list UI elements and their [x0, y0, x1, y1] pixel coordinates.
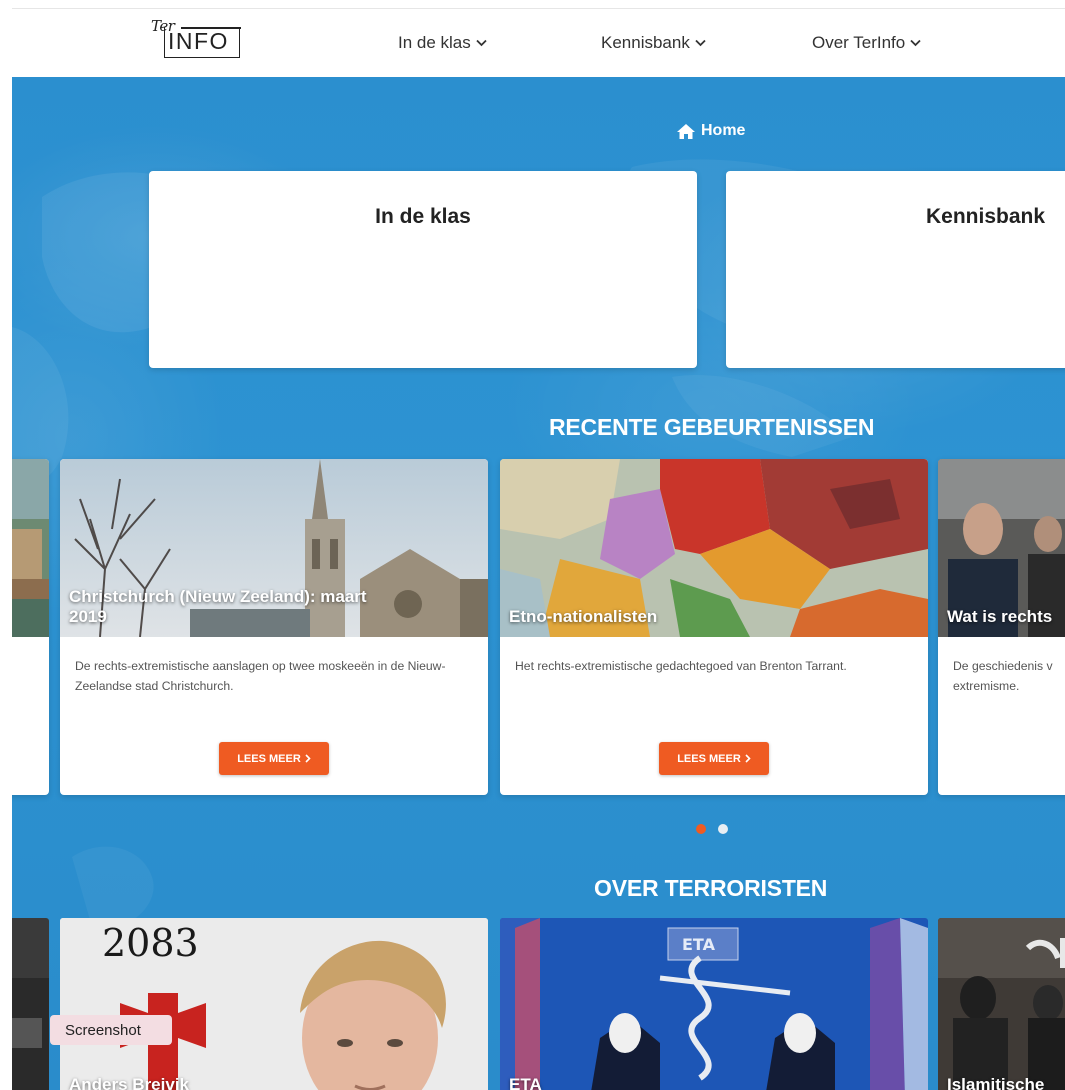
- card-image-christchurch: Christchurch (Nieuw Zeeland): maart 2019: [60, 459, 488, 637]
- carousel-dot-1[interactable]: [696, 824, 706, 834]
- lees-meer-button[interactable]: LEES MEER: [219, 742, 329, 775]
- card-caption: ETA: [509, 1075, 542, 1090]
- card-caption: Christchurch (Nieuw Zeeland): maart 2019: [69, 587, 367, 626]
- button-label: LEES MEER: [677, 752, 741, 765]
- tile-title: Kennisbank: [926, 205, 1046, 228]
- carousel-dot-2[interactable]: [718, 824, 728, 834]
- tile-in-de-klas[interactable]: In de klas: [149, 171, 697, 368]
- card-caption: Anders Breivik: [69, 1075, 189, 1090]
- image-text-eta: ETA: [682, 935, 716, 954]
- chevron-down-icon: [910, 39, 921, 47]
- event-card-etno-nationalisten[interactable]: Etno-nationalisten Het rechts-extremisti…: [500, 459, 928, 795]
- nav-over-terinfo[interactable]: Over TerInfo: [812, 33, 921, 53]
- chevron-down-icon: [695, 39, 706, 47]
- card-image-protest: Wat is rechts: [938, 459, 1065, 637]
- nav-label: Over TerInfo: [812, 33, 906, 52]
- button-label: LEES MEER: [237, 752, 301, 765]
- breadcrumb-home: Home: [701, 122, 746, 139]
- card-description: Het rechts-extremistische gedachtegoed v…: [515, 659, 847, 673]
- card-caption: Etno-nationalisten: [509, 607, 658, 626]
- card-description: De geschiedenis v extremisme.: [953, 659, 1053, 693]
- nav-label: Kennisbank: [601, 33, 690, 52]
- page: { "header": { "logo": { "small": "Ter", …: [0, 0, 1065, 1090]
- event-card-christchurch[interactable]: Christchurch (Nieuw Zeeland): maart 2019…: [60, 459, 488, 795]
- event-card-wat-is-rechts[interactable]: Wat is rechts De geschiedenis v extremis…: [938, 459, 1065, 795]
- section-title-recent: RECENTE GEBEURTENISSEN: [549, 414, 875, 440]
- site-logo[interactable]: Ter INFO: [150, 17, 242, 60]
- breadcrumb[interactable]: Home: [676, 122, 745, 140]
- card-description: De rechts-extremistische aanslagen op tw…: [75, 659, 446, 693]
- terrorist-card-islamitische[interactable]: Islamitische: [938, 918, 1065, 1090]
- chevron-right-icon: [745, 754, 751, 763]
- section-title-terroristen: OVER TERRORISTEN: [594, 875, 828, 901]
- nav-label: In de klas: [398, 33, 471, 52]
- tile-kennisbank[interactable]: Kennisbank: [726, 171, 1065, 368]
- card-caption: Islamitische: [947, 1075, 1045, 1090]
- screenshot-tooltip: Screenshot: [50, 1015, 172, 1045]
- terrorist-card-breivik[interactable]: 2083 Anders Breivik: [60, 918, 488, 1090]
- nav-kennisbank[interactable]: Kennisbank: [601, 33, 706, 53]
- terrorist-card-partial-left[interactable]: [12, 918, 49, 1090]
- tile-title: In de klas: [375, 205, 471, 228]
- card-image-map: Etno-nationalisten: [500, 459, 928, 637]
- chevron-down-icon: [476, 39, 487, 47]
- card-caption: Wat is rechts: [947, 607, 1053, 626]
- nav-in-de-klas[interactable]: In de klas: [398, 33, 487, 53]
- terrorist-card-eta[interactable]: ETA ETA: [500, 918, 928, 1090]
- home-icon: [677, 123, 695, 139]
- event-card-partial-left[interactable]: [12, 459, 49, 795]
- header-divider: [12, 8, 1065, 9]
- logo-info-text: INFO: [168, 28, 229, 54]
- chevron-right-icon: [305, 754, 311, 763]
- card-image: [12, 459, 49, 637]
- lees-meer-button[interactable]: LEES MEER: [659, 742, 769, 775]
- hero-section: Home In de klas Kennisbank RECENTE GEBEU…: [12, 77, 1065, 1090]
- image-text-2083: 2083: [102, 921, 199, 965]
